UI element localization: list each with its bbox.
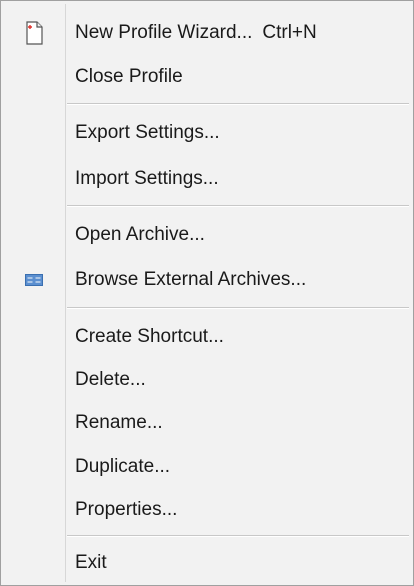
- menu-item-create-shortcut[interactable]: Create Shortcut...: [3, 317, 411, 357]
- menu-item-new-profile-wizard[interactable]: New Profile Wizard... Ctrl+N: [3, 13, 411, 53]
- menu-item-browse-external-archives[interactable]: Browse External Archives...: [3, 260, 411, 300]
- menu-item-label: New Profile Wizard...: [75, 22, 253, 43]
- menu-item-label: Import Settings...: [75, 168, 219, 189]
- menu-separator: [67, 307, 409, 309]
- menu-item-shortcut: Ctrl+N: [262, 22, 317, 43]
- menu-item-duplicate[interactable]: Duplicate...: [3, 447, 411, 487]
- menu-separator: [67, 535, 409, 537]
- menu-item-label: Rename...: [75, 412, 163, 433]
- menu-item-properties[interactable]: Properties...: [3, 490, 411, 530]
- menu-separator: [67, 103, 409, 105]
- file-context-menu: New Profile Wizard... Ctrl+N Close Profi…: [0, 0, 414, 586]
- menu-item-label: Create Shortcut...: [75, 326, 224, 347]
- menu-item-open-archive[interactable]: Open Archive...: [3, 215, 411, 255]
- new-document-icon: [3, 13, 65, 53]
- menu-item-delete[interactable]: Delete...: [3, 360, 411, 400]
- menu-item-rename[interactable]: Rename...: [3, 403, 411, 443]
- archive-grid-icon: [3, 260, 65, 300]
- menu-item-label: Open Archive...: [75, 224, 205, 245]
- menu-item-label: Close Profile: [75, 66, 183, 87]
- menu-item-import-settings[interactable]: Import Settings...: [3, 159, 411, 199]
- menu-item-label: Properties...: [75, 499, 178, 520]
- menu-item-label: Export Settings...: [75, 122, 220, 143]
- menu-item-close-profile[interactable]: Close Profile: [3, 57, 411, 97]
- menu-item-label: Exit: [75, 552, 107, 573]
- menu-item-label: Duplicate...: [75, 456, 171, 477]
- menu-separator: [67, 205, 409, 207]
- menu-item-exit[interactable]: Exit: [3, 543, 411, 583]
- menu-item-export-settings[interactable]: Export Settings...: [3, 113, 411, 153]
- menu-item-label: Delete...: [75, 369, 146, 390]
- menu-item-label: Browse External Archives...: [75, 269, 307, 290]
